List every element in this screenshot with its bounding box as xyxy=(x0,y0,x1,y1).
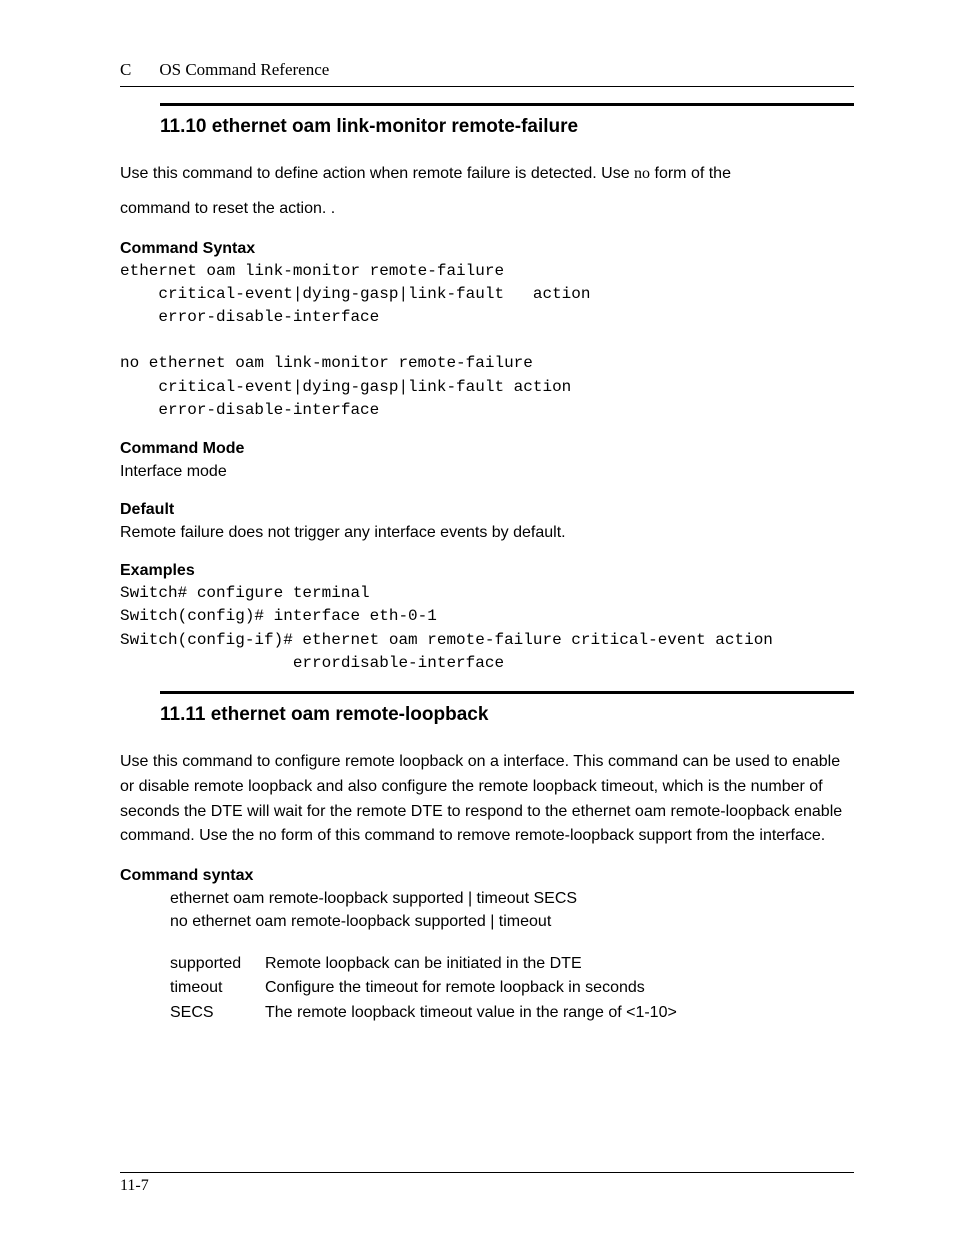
param-val: Configure the timeout for remote loopbac… xyxy=(265,976,645,1001)
section-body-11-10: Use this command to define action when r… xyxy=(120,162,854,675)
param-row: supported Remote loopback can be initiat… xyxy=(170,952,854,977)
command-syntax-label: Command Syntax xyxy=(120,240,854,258)
doc-title: OS Command Reference xyxy=(159,60,329,80)
section-desc: Use this command to define action when r… xyxy=(120,162,854,187)
param-row: SECS The remote loopback timeout value i… xyxy=(170,1001,854,1026)
command-syntax-label-2: Command syntax xyxy=(120,867,854,885)
desc-no-keyword: no xyxy=(634,165,650,182)
section-desc-line2: command to reset the action. . xyxy=(120,197,854,222)
default-label: Default xyxy=(120,501,854,519)
param-key: timeout xyxy=(170,976,265,1001)
param-val: The remote loopback timeout value in the… xyxy=(265,1001,677,1026)
section-rule xyxy=(160,691,854,694)
param-key: SECS xyxy=(170,1001,265,1026)
examples-code: Switch# configure terminal Switch(config… xyxy=(120,582,854,675)
command-mode-text: Interface mode xyxy=(120,460,854,483)
desc-part1: Use this command to define action when r… xyxy=(120,165,634,182)
section-rule xyxy=(160,103,854,106)
chapter-letter: C xyxy=(120,60,131,80)
command-syntax-code: ethernet oam link-monitor remote-failure… xyxy=(120,260,854,422)
command-mode-label: Command Mode xyxy=(120,440,854,458)
examples-label: Examples xyxy=(120,562,854,580)
section2-desc: Use this command to configure remote loo… xyxy=(120,750,854,849)
section-body-11-11: Use this command to configure remote loo… xyxy=(120,750,854,1026)
param-val: Remote loopback can be initiated in the … xyxy=(265,952,582,977)
page-number: 11-7 xyxy=(120,1177,854,1195)
page-header: C OS Command Reference xyxy=(120,60,854,87)
param-table: supported Remote loopback can be initiat… xyxy=(170,952,854,1026)
footer-rule xyxy=(120,1172,854,1173)
desc-part2: form of the xyxy=(650,165,731,182)
param-key: supported xyxy=(170,952,265,977)
syntax-line: ethernet oam remote-loopback supported |… xyxy=(170,887,854,910)
page-footer: 11-7 xyxy=(120,1172,854,1195)
default-text: Remote failure does not trigger any inte… xyxy=(120,521,854,544)
syntax-block: ethernet oam remote-loopback supported |… xyxy=(170,887,854,933)
syntax-line: no ethernet oam remote-loopback supporte… xyxy=(170,910,854,933)
param-row: timeout Configure the timeout for remote… xyxy=(170,976,854,1001)
section-title-11-11: 11.11 ethernet oam remote-loopback xyxy=(160,704,854,726)
page: C OS Command Reference 11.10 ethernet oa… xyxy=(0,0,954,1235)
section-title-11-10: 11.10 ethernet oam link-monitor remote-f… xyxy=(160,116,854,138)
